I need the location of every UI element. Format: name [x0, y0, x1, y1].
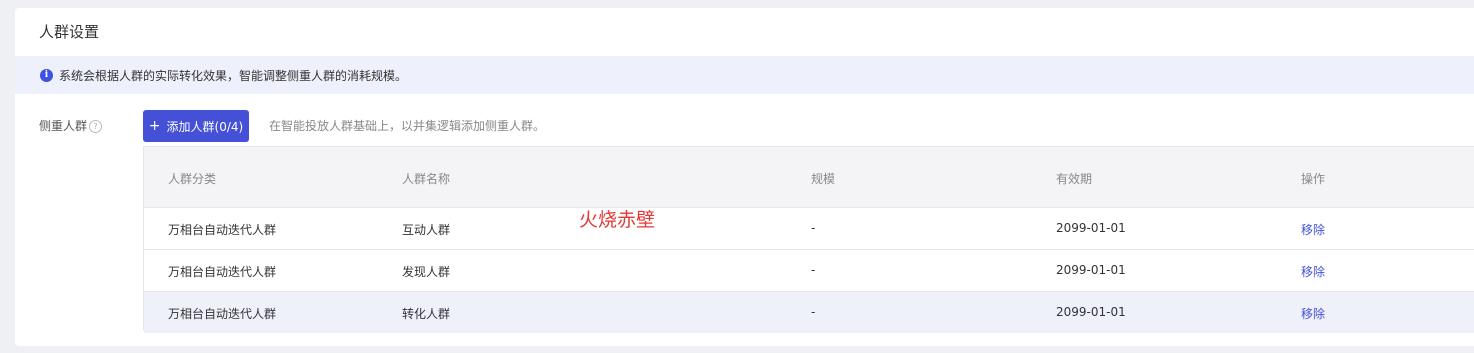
header-name: 人群名称	[402, 172, 451, 186]
card-title: 人群设置	[39, 23, 100, 41]
plus-icon: +	[148, 118, 161, 134]
notice-text: 系统会根据人群的实际转化效果，智能调整侧重人群的消耗规模。	[59, 68, 408, 83]
table-row: 万相台自动迭代人群 发现人群 - 2099-01-01 移除	[144, 250, 1474, 292]
cell-category: 万相台自动迭代人群	[168, 307, 277, 321]
crowd-table: 人群分类 人群名称 规模 有效期 操作 万相台自动迭代人群 互动人群 - 209…	[143, 146, 1474, 333]
cell-name: 互动人群	[402, 223, 451, 237]
header-validity: 有效期	[1056, 172, 1093, 186]
cell-category: 万相台自动迭代人群	[168, 265, 277, 279]
focus-crowd-label: 侧重人群	[39, 119, 88, 133]
cell-name: 转化人群	[402, 307, 451, 321]
cell-validity: 2099-01-01	[1056, 305, 1126, 319]
watermark-text: 火烧赤壁	[579, 209, 656, 231]
remove-link[interactable]: 移除	[1301, 305, 1325, 322]
table-row: 万相台自动迭代人群 转化人群 - 2099-01-01 移除	[144, 292, 1474, 333]
remove-link[interactable]: 移除	[1301, 221, 1325, 238]
cell-category: 万相台自动迭代人群	[168, 223, 277, 237]
cell-scale: -	[811, 305, 816, 319]
info-notice-bar: i 系统会根据人群的实际转化效果，智能调整侧重人群的消耗规模。	[15, 56, 1474, 94]
table-row: 万相台自动迭代人群 互动人群 - 2099-01-01 移除	[144, 208, 1474, 250]
cell-scale: -	[811, 221, 816, 235]
remove-link[interactable]: 移除	[1301, 263, 1325, 280]
focus-crowd-hint: 在智能投放人群基础上，以并集逻辑添加侧重人群。	[269, 119, 546, 133]
header-action: 操作	[1301, 172, 1326, 186]
header-category: 人群分类	[168, 172, 217, 186]
add-crowd-button[interactable]: + 添加人群(0/4)	[143, 110, 249, 142]
cell-scale: -	[811, 263, 816, 277]
header-scale: 规模	[811, 172, 836, 186]
focus-crowd-label-group: 侧重人群 ?	[39, 117, 103, 134]
table-header: 人群分类 人群名称 规模 有效期 操作	[144, 147, 1474, 208]
add-crowd-button-label: 添加人群(0/4)	[166, 119, 244, 134]
cell-name: 发现人群	[402, 265, 451, 279]
crowd-settings-card: 人群设置 i 系统会根据人群的实际转化效果，智能调整侧重人群的消耗规模。 侧重人…	[15, 8, 1474, 346]
info-icon: i	[40, 68, 53, 82]
question-circle-icon[interactable]: ?	[89, 120, 103, 133]
cell-validity: 2099-01-01	[1056, 221, 1126, 235]
cell-validity: 2099-01-01	[1056, 263, 1126, 277]
